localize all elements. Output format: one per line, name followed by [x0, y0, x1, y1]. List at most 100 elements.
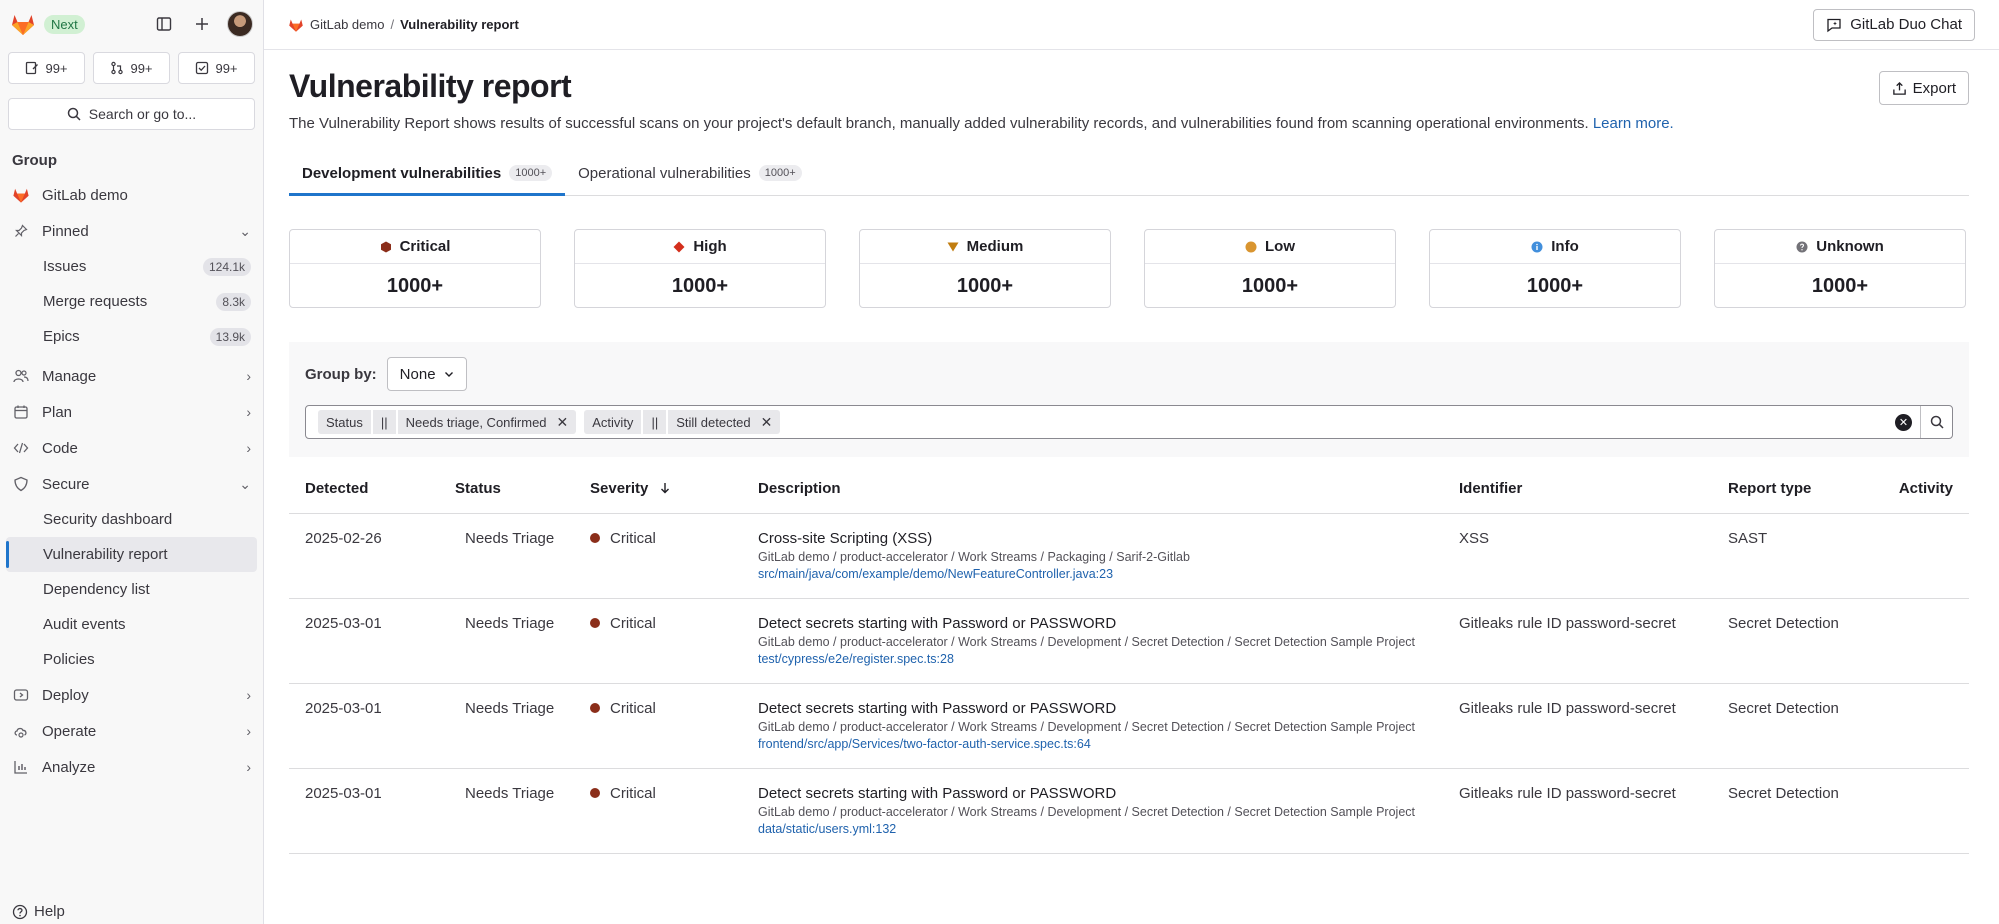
- sidebar-item-epics[interactable]: Epics 13.9k: [0, 319, 263, 354]
- severity-label: Critical: [610, 699, 656, 717]
- shield-icon: [12, 476, 30, 492]
- merge-requests-counter[interactable]: 99+: [93, 52, 170, 84]
- cell-severity: Critical: [574, 513, 742, 599]
- clear-filters-icon[interactable]: ✕: [1895, 413, 1912, 431]
- table-row[interactable]: 2025-03-01 Needs Triage Critical Detect …: [289, 768, 1969, 854]
- severity-label: Medium: [966, 238, 1024, 255]
- tab-count: 1000+: [758, 165, 802, 181]
- sidebar-item-deploy[interactable]: Deploy ›: [0, 677, 263, 713]
- top-bar: GitLab demo / Vulnerability report GitLa…: [264, 0, 1999, 50]
- issues-counter[interactable]: 99+: [8, 52, 85, 84]
- filter-token-key[interactable]: Status: [318, 410, 371, 434]
- cell-report-type: Secret Detection: [1712, 598, 1879, 684]
- vulnerability-title-link[interactable]: Cross-site Scripting (XSS): [758, 530, 1427, 548]
- gitlab-logo-icon[interactable]: [10, 11, 36, 37]
- sidebar-header: Next: [0, 0, 263, 48]
- sidebar-pinned-toggle[interactable]: Pinned ⌄: [0, 213, 263, 249]
- cell-activity: [1879, 768, 1969, 854]
- file-location-link[interactable]: data/static/users.yml:132: [758, 821, 1427, 837]
- table-row[interactable]: 2025-02-26 Needs Triage Critical Cross-s…: [289, 513, 1969, 599]
- breadcrumb-group[interactable]: GitLab demo: [310, 17, 384, 32]
- sidebar-item-label: Code: [42, 439, 78, 457]
- vulnerability-title-link[interactable]: Detect secrets starting with Password or…: [758, 615, 1427, 633]
- sidebar-item-audit-events[interactable]: Audit events: [0, 607, 263, 642]
- severity-label: Critical: [610, 614, 656, 632]
- counters: 99+ 99+ 99+: [0, 48, 263, 88]
- close-icon[interactable]: ✕: [761, 414, 773, 431]
- filter-token-key[interactable]: Activity: [584, 410, 642, 434]
- learn-more-link[interactable]: Learn more.: [1593, 115, 1674, 132]
- breadcrumb-current[interactable]: Vulnerability report: [400, 17, 519, 32]
- filtered-search-bar[interactable]: Status || Needs triage, Confirmed ✕ Acti…: [305, 405, 1953, 439]
- severity-count: 1000+: [1526, 274, 1584, 297]
- vulnerability-title-link[interactable]: Detect secrets starting with Password or…: [758, 785, 1427, 803]
- search-button[interactable]: Search or go to...: [8, 98, 255, 130]
- group-by-dropdown[interactable]: None: [386, 357, 467, 391]
- severity-critical-icon: [590, 617, 600, 628]
- vulnerability-title-link[interactable]: Detect secrets starting with Password or…: [758, 700, 1427, 718]
- severity-label: Low: [1265, 238, 1295, 255]
- page-title: Vulnerability report: [289, 68, 572, 104]
- sidebar-item-plan[interactable]: Plan ›: [0, 394, 263, 430]
- sidebar-item-label: Deploy: [42, 686, 89, 704]
- export-button[interactable]: Export: [1878, 71, 1969, 105]
- issues-count: 99+: [45, 60, 68, 76]
- sidebar-item-vulnerability-report[interactable]: Vulnerability report: [6, 537, 257, 572]
- severity-card-high: High 1000+: [574, 229, 826, 308]
- tab-count: 1000+: [509, 165, 553, 181]
- create-new-icon[interactable]: [189, 11, 215, 37]
- column-header-detected[interactable]: Detected: [289, 465, 439, 514]
- severity-summary: Critical 1000+ High 1000+ Medium 1000+ L…: [289, 229, 1969, 308]
- sidebar-item-operate[interactable]: Operate ›: [0, 713, 263, 749]
- sidebar-item-code[interactable]: Code ›: [0, 430, 263, 466]
- breadcrumb-separator: /: [390, 17, 395, 32]
- next-badge[interactable]: Next: [44, 14, 85, 34]
- pinned-label: Pinned: [42, 222, 89, 240]
- file-location-link[interactable]: test/cypress/e2e/register.spec.ts:28: [758, 651, 1427, 667]
- table-row[interactable]: 2025-03-01 Needs Triage Critical Detect …: [289, 598, 1969, 684]
- table-row[interactable]: 2025-03-01 Needs Triage Critical Detect …: [289, 683, 1969, 769]
- todos-counter[interactable]: 99+: [178, 52, 255, 84]
- filter-token-value[interactable]: Still detected ✕: [668, 410, 781, 434]
- filter-panel: Group by: None Status || Needs triage, C…: [289, 342, 1969, 457]
- chevron-right-icon: ›: [246, 368, 251, 384]
- sidebar-group-link[interactable]: GitLab demo: [0, 177, 263, 213]
- column-header-report-type[interactable]: Report type: [1712, 465, 1879, 514]
- sidebar-item-security-dashboard[interactable]: Security dashboard: [0, 502, 263, 537]
- file-location-link[interactable]: src/main/java/com/example/demo/NewFeatur…: [758, 566, 1427, 582]
- sidebar-item-policies[interactable]: Policies: [0, 642, 263, 677]
- filter-token-operator[interactable]: ||: [372, 410, 396, 434]
- group-avatar-icon: [289, 18, 303, 32]
- severity-card-low: Low 1000+: [1144, 229, 1396, 308]
- file-location-link[interactable]: frontend/src/app/Services/two-factor-aut…: [758, 736, 1427, 752]
- close-icon[interactable]: ✕: [557, 414, 569, 431]
- sidebar-item-analyze[interactable]: Analyze ›: [0, 749, 263, 785]
- column-header-status[interactable]: Status: [439, 465, 574, 514]
- chevron-right-icon: ›: [246, 404, 251, 420]
- sidebar-item-label: Epics: [43, 328, 80, 345]
- tab-development-vulnerabilities[interactable]: Development vulnerabilities 1000+: [289, 150, 565, 196]
- sidebar-item-manage[interactable]: Manage ›: [0, 358, 263, 394]
- sidebar-item-issues[interactable]: Issues 124.1k: [0, 249, 263, 284]
- cell-status: Needs Triage: [439, 768, 574, 854]
- sidebar-item-dependency-list[interactable]: Dependency list: [0, 572, 263, 607]
- tab-label: Operational vulnerabilities: [578, 164, 751, 182]
- tab-operational-vulnerabilities[interactable]: Operational vulnerabilities 1000+: [565, 150, 815, 196]
- cell-detected: 2025-03-01: [289, 598, 439, 684]
- filter-search-button[interactable]: [1920, 406, 1952, 438]
- sidebar-item-merge-requests[interactable]: Merge requests 8.3k: [0, 284, 263, 319]
- duo-chat-button[interactable]: GitLab Duo Chat: [1813, 8, 1975, 41]
- column-header-severity[interactable]: Severity: [574, 465, 742, 514]
- sidebar-toggle-icon[interactable]: [151, 11, 177, 37]
- cell-severity: Critical: [574, 598, 742, 684]
- user-avatar[interactable]: [227, 11, 253, 37]
- help-button[interactable]: Help: [12, 903, 65, 920]
- filter-token-operator[interactable]: ||: [643, 410, 667, 434]
- filter-token-value[interactable]: Needs triage, Confirmed ✕: [397, 410, 577, 434]
- cell-report-type: Secret Detection: [1712, 683, 1879, 769]
- cell-description: Cross-site Scripting (XSS) GitLab demo /…: [742, 513, 1443, 599]
- main-content: GitLab demo / Vulnerability report GitLa…: [264, 0, 1999, 924]
- cell-detected: 2025-02-26: [289, 513, 439, 599]
- sidebar-item-secure[interactable]: Secure ⌄: [0, 466, 263, 502]
- duo-chat-icon: [1827, 18, 1841, 32]
